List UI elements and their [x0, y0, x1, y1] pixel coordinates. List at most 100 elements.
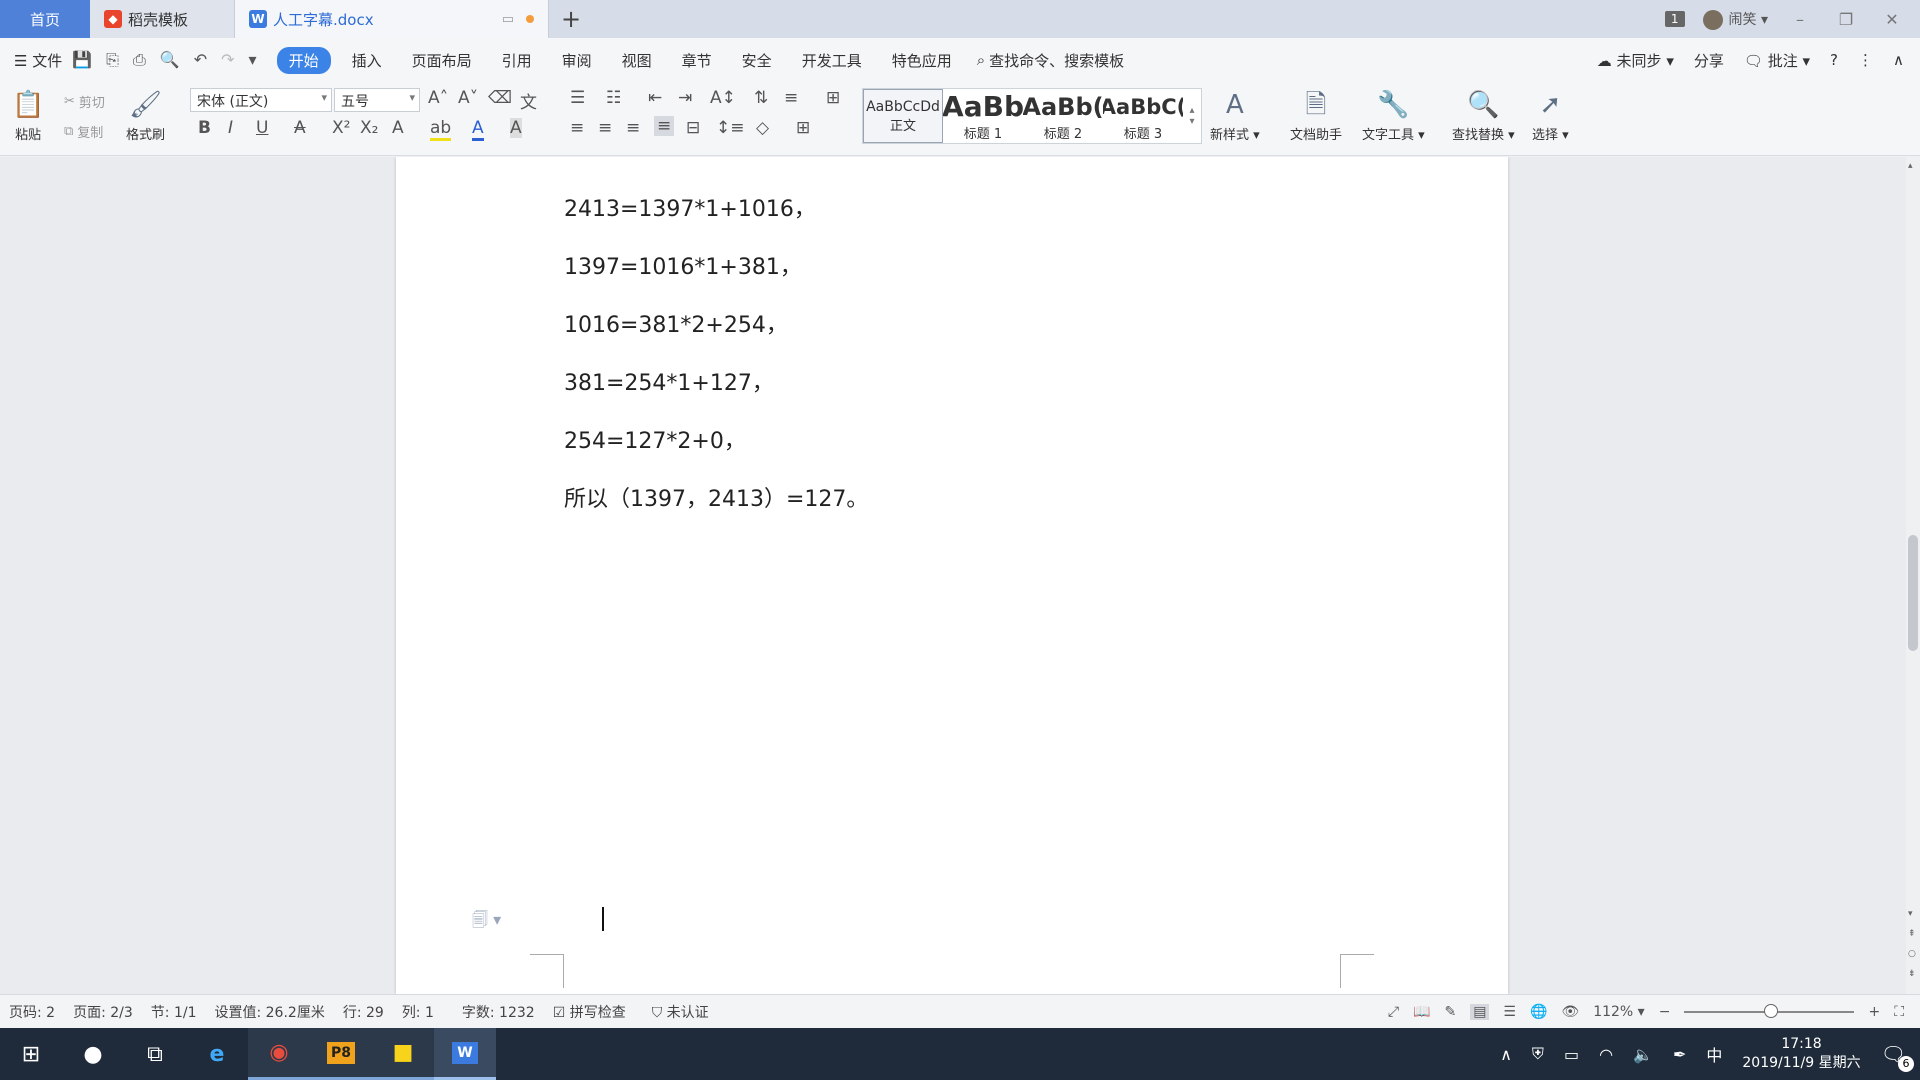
- pen-icon[interactable]: ✒: [1673, 1045, 1686, 1064]
- show-hidden-icons[interactable]: ∧: [1500, 1045, 1512, 1064]
- menu-item-0[interactable]: 开始: [276, 46, 331, 74]
- file-menu[interactable]: ☰ 文件: [14, 50, 62, 71]
- customize-icon[interactable]: ▾: [249, 50, 257, 70]
- write-mode-icon[interactable]: ✎: [1444, 1004, 1456, 1020]
- scroll-up-icon[interactable]: ▴: [1908, 161, 1913, 171]
- more-icon[interactable]: ⋮: [1858, 51, 1873, 69]
- ie-button[interactable]: e: [186, 1028, 248, 1080]
- menu-item-4[interactable]: 审阅: [547, 50, 607, 71]
- status-section[interactable]: 节: 1/1: [151, 1002, 197, 1022]
- share-button[interactable]: 分享: [1694, 50, 1724, 71]
- print-preview-icon[interactable]: 🔍: [160, 50, 180, 70]
- format-painter-button[interactable]: 🖌 格式刷: [126, 86, 165, 143]
- zoom-select[interactable]: 112% ▾: [1593, 1004, 1645, 1020]
- status-page[interactable]: 页面: 2/3: [73, 1002, 133, 1022]
- increase-indent-icon[interactable]: ⇥: [678, 88, 692, 108]
- font-name-select[interactable]: 宋体 (正文): [190, 88, 332, 112]
- new-style-button[interactable]: A 新样式 ▾: [1210, 86, 1260, 143]
- style-gallery-scroll[interactable]: ▴ ▾: [1183, 89, 1201, 143]
- clock[interactable]: 17:18 2019/11/9 星期六: [1742, 1035, 1860, 1073]
- doc-line[interactable]: 2413=1397*1+1016，: [564, 191, 816, 223]
- copy-button[interactable]: ⧉ 复制: [64, 122, 103, 141]
- char-shading-icon[interactable]: A: [510, 118, 522, 138]
- read-mode-icon[interactable]: 📖: [1413, 1004, 1430, 1020]
- fill-color-icon[interactable]: ◇: [756, 118, 769, 138]
- menu-item-5[interactable]: 视图: [607, 50, 667, 71]
- paragraph-spacing-icon[interactable]: ↕≡: [716, 118, 745, 138]
- align-center-icon[interactable]: ≡: [598, 118, 612, 138]
- start-button[interactable]: ⊞: [0, 1028, 62, 1080]
- superscript-icon[interactable]: X²: [332, 118, 350, 138]
- sync-button[interactable]: ☁ 未同步 ▾: [1597, 50, 1674, 71]
- collapse-ribbon-icon[interactable]: ∧: [1893, 51, 1904, 69]
- export-icon[interactable]: ⎘: [106, 50, 119, 70]
- bullet-list-icon[interactable]: ☰: [570, 88, 585, 108]
- grow-font-icon[interactable]: A˄: [428, 88, 448, 108]
- align-left-icon[interactable]: ≡: [570, 118, 584, 138]
- style-heading-1[interactable]: AaBb 标题 1: [943, 89, 1023, 143]
- paste-options-icon[interactable]: 🗐 ▾: [472, 909, 501, 936]
- justify-icon[interactable]: ≡: [654, 116, 675, 136]
- tab-template[interactable]: ◆ 稻壳模板: [90, 0, 235, 38]
- style-heading-2[interactable]: AaBb( 标题 2: [1023, 89, 1103, 143]
- web-view-icon[interactable]: 🌐: [1530, 1004, 1547, 1020]
- status-position[interactable]: 设置值: 26.2厘米: [214, 1002, 324, 1022]
- menu-item-9[interactable]: 特色应用: [877, 50, 967, 71]
- minimize-button[interactable]: –: [1786, 10, 1814, 29]
- status-row[interactable]: 行: 29: [343, 1002, 384, 1022]
- p8-button[interactable]: P8: [310, 1028, 372, 1080]
- wps-writer-button[interactable]: W: [434, 1028, 496, 1080]
- zoom-slider[interactable]: [1684, 1003, 1855, 1018]
- status-col[interactable]: 列: 1: [402, 1002, 434, 1022]
- monitor-icon[interactable]: ▭: [502, 12, 514, 27]
- decrease-indent-icon[interactable]: ⇤: [648, 88, 662, 108]
- notification-center[interactable]: 🗨 6: [1881, 1042, 1914, 1072]
- shrink-font-icon[interactable]: A˅: [458, 88, 478, 108]
- align-right-icon[interactable]: ≡: [626, 118, 640, 138]
- window-count-badge[interactable]: 1: [1664, 11, 1685, 27]
- tab-document[interactable]: W 人工字幕.docx ▭: [235, 0, 549, 38]
- style-normal[interactable]: AaBbCcDd 正文: [863, 89, 943, 143]
- cortana-button[interactable]: ●: [62, 1028, 124, 1080]
- cut-button[interactable]: ✂ 剪切: [64, 92, 105, 111]
- status-word-count[interactable]: 字数: 1232: [462, 1002, 535, 1022]
- tab-home[interactable]: 首页: [0, 0, 90, 38]
- outline-view-icon[interactable]: ☰: [1503, 1004, 1516, 1020]
- volume-icon[interactable]: 🔈: [1633, 1045, 1653, 1064]
- sort-icon[interactable]: ⇅: [754, 88, 768, 108]
- strikethrough-icon[interactable]: A: [294, 118, 306, 138]
- ime-indicator[interactable]: 中: [1706, 1042, 1722, 1066]
- vertical-scrollbar[interactable]: ▴ ▾ ⇞ ○ ⇟: [1906, 157, 1920, 994]
- fullscreen-icon[interactable]: ⤢: [1388, 1004, 1399, 1020]
- help-icon[interactable]: ?: [1830, 51, 1838, 69]
- zoom-in-icon[interactable]: +: [1868, 1004, 1880, 1020]
- prev-page-icon[interactable]: ⇞: [1908, 929, 1916, 939]
- menu-item-1[interactable]: 插入: [337, 50, 397, 71]
- doc-line[interactable]: 所以（1397，2413）=127。: [564, 481, 868, 513]
- borders-icon[interactable]: ⊞: [796, 118, 810, 138]
- scrollbar-thumb[interactable]: [1908, 535, 1918, 651]
- menu-item-2[interactable]: 页面布局: [397, 50, 487, 71]
- underline-icon[interactable]: U: [256, 118, 268, 138]
- bold-icon[interactable]: B: [198, 118, 211, 138]
- table-insert-icon[interactable]: ⊞: [826, 88, 840, 108]
- highlight-icon[interactable]: ab: [430, 118, 452, 141]
- doc-line[interactable]: 1397=1016*1+381，: [564, 249, 802, 281]
- new-tab-button[interactable]: +: [549, 0, 593, 38]
- command-search[interactable]: ⌕ 查找命令、搜索模板: [977, 50, 1124, 71]
- menu-item-6[interactable]: 章节: [667, 50, 727, 71]
- comment-button[interactable]: 🗨 批注 ▾: [1744, 50, 1810, 71]
- sticky-notes-button[interactable]: ■: [372, 1028, 434, 1080]
- font-color-icon[interactable]: A: [472, 118, 484, 141]
- undo-icon[interactable]: ↶: [194, 50, 207, 70]
- distributed-icon[interactable]: ⊟: [686, 118, 700, 138]
- browse-object-icon[interactable]: ○: [1908, 949, 1916, 959]
- fit-page-icon[interactable]: ⛶: [1894, 1004, 1904, 1020]
- line-spacing-icon[interactable]: ≡: [784, 88, 798, 108]
- zoom-slider-thumb[interactable]: [1764, 1003, 1779, 1018]
- menu-item-3[interactable]: 引用: [487, 50, 547, 71]
- select-button[interactable]: ➚ 选择 ▾: [1532, 86, 1569, 143]
- menu-item-8[interactable]: 开发工具: [787, 50, 877, 71]
- text-tools-button[interactable]: 🔧 文字工具 ▾: [1362, 86, 1425, 143]
- close-button[interactable]: ✕: [1878, 10, 1906, 29]
